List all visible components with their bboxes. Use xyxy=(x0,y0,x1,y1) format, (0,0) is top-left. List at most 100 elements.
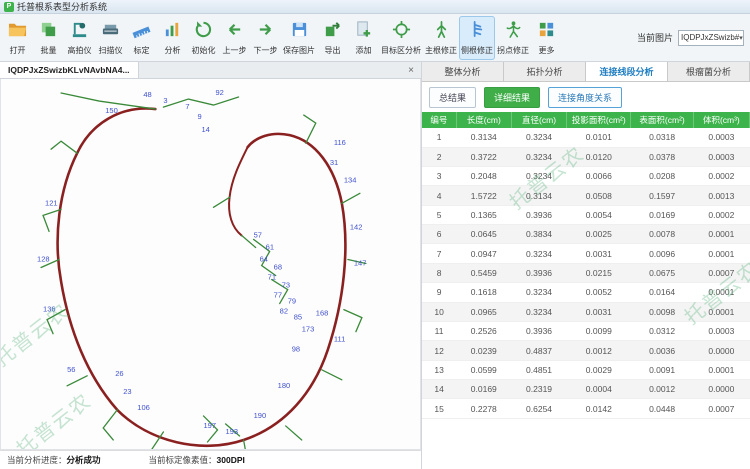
toolbar-button-calibration[interactable]: 标定 xyxy=(126,16,157,60)
table-cell: 0.0001 xyxy=(693,302,749,321)
table-row[interactable]: 120.02390.48370.00120.00360.0000 xyxy=(422,341,750,360)
toolbar-button-label: 保存图片 xyxy=(283,45,315,56)
toolbar-button-turn-point[interactable]: 拐点修正 xyxy=(495,16,531,60)
table-row[interactable]: 41.57220.31340.05080.15970.0013 xyxy=(422,186,750,205)
table-row[interactable]: 100.09650.32340.00310.00980.0001 xyxy=(422,302,750,321)
svg-text:98: 98 xyxy=(292,345,300,354)
toolbar-button-label: 标定 xyxy=(134,45,150,56)
table-row[interactable]: 50.13650.39360.00540.01690.0002 xyxy=(422,205,750,224)
table-row[interactable]: 70.09470.32340.00310.00960.0001 xyxy=(422,244,750,263)
table-cell: 0.0208 xyxy=(631,166,693,185)
current-image-dropdown[interactable]: IQDPJxZSwizb# ▾ xyxy=(678,30,744,46)
result-button[interactable]: 连接角度关系 xyxy=(548,87,622,108)
table-cell: 0.0142 xyxy=(567,399,631,418)
table-cell: 0.0096 xyxy=(631,244,693,263)
toolbar-button-next-step[interactable]: 下一步 xyxy=(250,16,281,60)
toolbar-button-doc-camera[interactable]: 高拍仪 xyxy=(64,16,95,60)
table-header-cell[interactable]: 编号 xyxy=(422,112,456,128)
toolbar-button-more[interactable]: 更多 xyxy=(531,16,562,60)
toolbar-button-lateral-root[interactable]: 侧根修正 xyxy=(459,16,495,60)
document-tab[interactable]: IQDPJxZSwizbKLvNAvbNA4... xyxy=(0,62,139,78)
svg-text:190: 190 xyxy=(254,411,267,420)
table-cell: 14 xyxy=(422,380,456,399)
table-cell: 0.0378 xyxy=(631,147,693,166)
toolbar-button-export[interactable]: 导出 xyxy=(317,16,348,60)
table-cell: 0.6254 xyxy=(511,399,566,418)
table-cell: 8 xyxy=(422,263,456,282)
toolbar-button-add[interactable]: 添加 xyxy=(348,16,379,60)
table-row[interactable]: 60.06450.38340.00250.00780.0001 xyxy=(422,225,750,244)
table-cell: 0.3234 xyxy=(511,244,566,263)
table-cell: 0.0169 xyxy=(456,380,511,399)
table-cell: 0.0052 xyxy=(567,283,631,302)
close-icon[interactable]: × xyxy=(401,62,421,78)
table-cell: 0.3722 xyxy=(456,147,511,166)
table-header-cell[interactable]: 长度(cm) xyxy=(456,112,511,128)
table-cell: 0.0000 xyxy=(693,341,749,360)
toolbar-button-batch[interactable]: 批量 xyxy=(33,16,64,60)
result-button[interactable]: 总结果 xyxy=(429,87,476,108)
table-cell: 0.0947 xyxy=(456,244,511,263)
svg-text:79: 79 xyxy=(288,297,296,306)
table-cell: 0.0965 xyxy=(456,302,511,321)
svg-text:64: 64 xyxy=(260,254,268,263)
table-cell: 0.0012 xyxy=(567,341,631,360)
toolbar-button-prev-step[interactable]: 上一步 xyxy=(219,16,250,60)
current-image-value: IQDPJxZSwizb# xyxy=(681,33,739,42)
svg-text:134: 134 xyxy=(344,175,357,184)
current-image-group: 当前图片 IQDPJxZSwizb# ▾ xyxy=(637,30,748,46)
svg-text:136: 136 xyxy=(43,305,56,314)
table-cell: 0.0036 xyxy=(631,341,693,360)
toolbar-button-open-folder[interactable]: 打开 xyxy=(2,16,33,60)
toolbar-button-label: 拐点修正 xyxy=(497,45,529,56)
open-folder-icon xyxy=(8,20,27,44)
table-cell: 0.0101 xyxy=(567,128,631,147)
root-trace-svg: 9237914481501211281365626231061971931901… xyxy=(1,79,420,449)
svg-text:173: 173 xyxy=(302,325,315,334)
document-tabbar: IQDPJxZSwizbKLvNAvbNA4... × xyxy=(0,62,421,79)
toolbar-button-save-image[interactable]: 保存图片 xyxy=(281,16,317,60)
table-header-cell[interactable]: 表面积(cm²) xyxy=(631,112,693,128)
root-image-canvas[interactable]: 9237914481501211281365626231061971931901… xyxy=(0,79,421,450)
table-cell: 0.0007 xyxy=(693,263,749,282)
table-cell: 0.0054 xyxy=(567,205,631,224)
svg-text:92: 92 xyxy=(216,88,224,97)
toolbar-button-label: 上一步 xyxy=(223,45,247,56)
table-header-cell[interactable]: 投影面积(cm²) xyxy=(567,112,631,128)
table-header-cell[interactable]: 体积(cm³) xyxy=(693,112,749,128)
table-row[interactable]: 130.05990.48510.00290.00910.0001 xyxy=(422,360,750,379)
table-row[interactable]: 30.20480.32340.00660.02080.0002 xyxy=(422,166,750,185)
analysis-tab[interactable]: 根瘤菌分析 xyxy=(668,62,750,81)
table-cell: 0.0599 xyxy=(456,360,511,379)
table-cell: 0.5459 xyxy=(456,263,511,282)
table-row[interactable]: 10.31340.32340.01010.03180.0003 xyxy=(422,128,750,147)
table-row[interactable]: 80.54590.39360.02150.06750.0007 xyxy=(422,263,750,282)
table-cell: 9 xyxy=(422,283,456,302)
svg-text:150: 150 xyxy=(105,106,118,115)
toolbar-button-init[interactable]: 初始化 xyxy=(188,16,219,60)
analysis-tab[interactable]: 连接线段分析 xyxy=(586,62,668,81)
analysis-tab[interactable]: 整体分析 xyxy=(422,62,504,81)
result-button[interactable]: 详细结果 xyxy=(484,87,540,108)
table-row[interactable]: 90.16180.32340.00520.01640.0001 xyxy=(422,283,750,302)
toolbar-button-analysis[interactable]: 分析 xyxy=(157,16,188,60)
table-cell: 7 xyxy=(422,244,456,263)
table-row[interactable]: 20.37220.32340.01200.03780.0003 xyxy=(422,147,750,166)
svg-text:197: 197 xyxy=(203,421,216,430)
more-icon xyxy=(537,20,556,44)
svg-text:142: 142 xyxy=(350,222,363,231)
toolbar-button-main-root[interactable]: 主根修正 xyxy=(423,16,459,60)
toolbar-button-target-area[interactable]: 目标区分析 xyxy=(379,16,423,60)
table-header-cell[interactable]: 直径(cm) xyxy=(511,112,566,128)
analysis-icon xyxy=(163,20,182,44)
table-row[interactable]: 150.22780.62540.01420.04480.0007 xyxy=(422,399,750,418)
toolbar-button-label: 初始化 xyxy=(192,45,216,56)
main-content: IQDPJxZSwizbKLvNAvbNA4... × 923791448150… xyxy=(0,62,750,469)
table-cell: 0.0012 xyxy=(631,380,693,399)
analysis-tab[interactable]: 拓扑分析 xyxy=(504,62,586,81)
table-row[interactable]: 110.25260.39360.00990.03120.0003 xyxy=(422,321,750,340)
calibration-dpi: 当前标定像素值：300DPI xyxy=(149,454,245,466)
table-row[interactable]: 140.01690.23190.00040.00120.0000 xyxy=(422,380,750,399)
toolbar-button-scanner[interactable]: 扫描仪 xyxy=(95,16,126,60)
table-cell: 11 xyxy=(422,321,456,340)
